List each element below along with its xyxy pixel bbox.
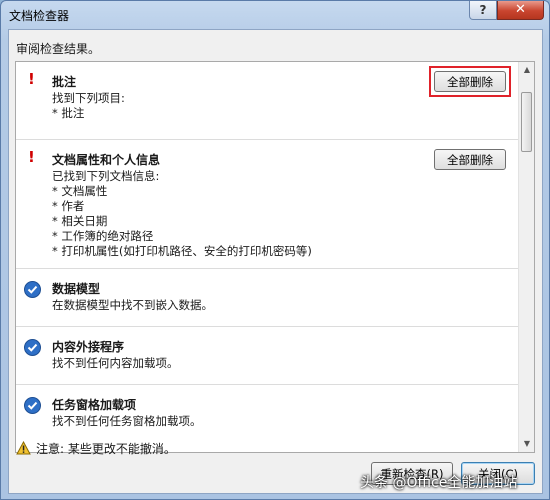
- check-icon: [24, 281, 41, 298]
- close-icon: ✕: [515, 2, 526, 17]
- item-title: 任务窗格加载项: [52, 398, 137, 412]
- warning-triangle-icon: [16, 441, 31, 455]
- dialog-client-area: 审阅检查结果。 ! 批注 找到下列项目: * 批注 全部删除 ! 文档属性和个人…: [8, 29, 543, 494]
- results-panel: ! 批注 找到下列项目: * 批注 全部删除 ! 文档属性和个人信息 已找到下列…: [15, 61, 535, 453]
- item-description: 找不到任何内容加载项。: [52, 356, 179, 371]
- item-desc-line: * 工作簿的绝对路径: [52, 229, 154, 243]
- item-desc-line: * 相关日期: [52, 214, 108, 228]
- help-icon: ?: [479, 3, 487, 17]
- item-desc-line: 找到下列项目:: [52, 91, 125, 105]
- help-button[interactable]: ?: [469, 1, 497, 20]
- vertical-scrollbar[interactable]: ▲ ▼: [518, 62, 534, 452]
- item-desc-line: 已找到下列文档信息:: [52, 169, 160, 183]
- item-desc-line: 找不到任何任务窗格加载项。: [52, 414, 202, 428]
- results-list: ! 批注 找到下列项目: * 批注 全部删除 ! 文档属性和个人信息 已找到下列…: [16, 62, 518, 443]
- result-item-comments: ! 批注 找到下列项目: * 批注 全部删除: [16, 62, 518, 140]
- window-close-button[interactable]: ✕: [497, 1, 544, 20]
- item-title: 批注: [52, 75, 77, 89]
- item-description: 在数据模型中找不到嵌入数据。: [52, 298, 213, 313]
- item-desc-line: * 批注: [52, 106, 85, 120]
- window-title: 文档检查器: [9, 9, 70, 23]
- result-item-taskpane-addins: 任务窗格加载项 找不到任何任务窗格加载项。: [16, 385, 518, 443]
- item-description: 找到下列项目: * 批注: [52, 91, 125, 121]
- item-desc-line: * 打印机属性(如打印机路径、安全的打印机密码等): [52, 244, 312, 258]
- item-title: 数据模型: [52, 282, 101, 296]
- footer-note-text: 注意: 某些更改不能撤消。: [36, 442, 176, 456]
- result-item-document-properties: ! 文档属性和个人信息 已找到下列文档信息: * 文档属性 * 作者 * 相关日…: [16, 140, 518, 269]
- item-desc-line: * 作者: [52, 199, 85, 213]
- scroll-down-icon[interactable]: ▼: [519, 436, 534, 452]
- dialog-subtitle: 审阅检查结果。: [16, 42, 101, 56]
- document-inspector-window: 文档检查器 ? ✕ 审阅检查结果。 ! 批注 找到下列项目: * 批注 全部删除…: [0, 0, 550, 500]
- remove-all-properties-button[interactable]: 全部删除: [434, 149, 506, 170]
- item-title: 文档属性和个人信息: [52, 153, 161, 167]
- check-icon: [24, 339, 41, 356]
- watermark-text: 头条 @Office全能加油站: [360, 475, 518, 491]
- warning-exclamation-icon: !: [28, 70, 35, 88]
- scroll-up-icon[interactable]: ▲: [519, 62, 534, 78]
- scrollbar-thumb[interactable]: [521, 92, 532, 152]
- check-icon: [24, 397, 41, 414]
- item-desc-line: 找不到任何内容加载项。: [52, 356, 179, 370]
- item-desc-line: * 文档属性: [52, 184, 108, 198]
- item-title: 内容外接程序: [52, 340, 125, 354]
- title-bar[interactable]: 文档检查器 ? ✕: [1, 1, 549, 29]
- warning-exclamation-icon: !: [28, 148, 35, 166]
- result-item-data-model: 数据模型 在数据模型中找不到嵌入数据。: [16, 269, 518, 327]
- item-description: 找不到任何任务窗格加载项。: [52, 414, 202, 429]
- result-item-content-addins: 内容外接程序 找不到任何内容加载项。: [16, 327, 518, 385]
- item-desc-line: 在数据模型中找不到嵌入数据。: [52, 298, 213, 312]
- remove-all-comments-button[interactable]: 全部删除: [434, 71, 506, 92]
- item-description: 已找到下列文档信息: * 文档属性 * 作者 * 相关日期 * 工作簿的绝对路径…: [52, 169, 312, 259]
